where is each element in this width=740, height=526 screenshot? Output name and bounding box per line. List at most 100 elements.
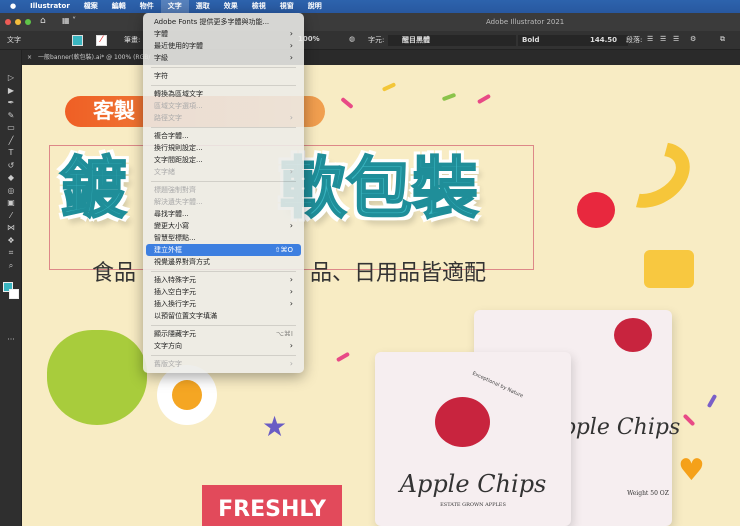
menu-item-label: 以預留位置文字填滿 <box>154 312 217 320</box>
apple-menu-icon[interactable]: ● <box>0 0 23 13</box>
warp-tool-icon[interactable]: ◎ <box>0 185 22 198</box>
menu-item[interactable]: 文字方向 › <box>146 340 301 352</box>
artboard-canvas[interactable]: 客製 鍍 軟包裝 食品 品、日用品皆適配 ★ ♥ FRESHLY Apple C… <box>22 65 740 526</box>
align-left-button[interactable]: ☰ <box>647 35 653 43</box>
menu-item[interactable]: 視覺邊界對齊方式 <box>146 256 301 268</box>
minimize-window-button[interactable] <box>15 19 21 25</box>
eyedropper-tool-icon[interactable]: ⁄ <box>0 210 22 223</box>
menu-item-label: 字體 <box>154 30 168 38</box>
font-style-field[interactable]: Bold <box>518 35 592 46</box>
menubar-item[interactable]: 文字 <box>160 0 189 13</box>
menubar-item[interactable]: 檔案 <box>77 0 105 13</box>
menu-item[interactable]: 字符 <box>146 70 301 82</box>
menu-separator <box>151 66 296 68</box>
menu-item[interactable]: 以預留位置文字填滿 <box>146 310 301 322</box>
type-tool-icon[interactable]: T <box>0 147 22 160</box>
menu-item[interactable]: 字級 › <box>146 52 301 64</box>
chevron-right-icon: › <box>289 41 293 50</box>
menu-item[interactable]: 文字間距設定... <box>146 154 301 166</box>
selection-tool-icon[interactable]: ▷ <box>0 72 22 85</box>
bag-arc-text: Exceptional by Nature <box>471 370 525 400</box>
pen-tool-icon[interactable]: ✒ <box>0 97 22 110</box>
star-icon: ★ <box>262 410 288 443</box>
cheese-illustration <box>644 250 694 288</box>
menu-item-label: 文字緒 <box>154 168 175 176</box>
font-size-field[interactable]: 144.50 <box>584 35 628 46</box>
subtitle-right: 品、日用品皆適配 <box>310 261 487 286</box>
zoom-tool-icon[interactable]: ⌕ <box>0 260 22 273</box>
fill-swatch[interactable] <box>72 35 83 46</box>
eraser-tool-icon[interactable]: ◆ <box>0 172 22 185</box>
tool-label: 文字 <box>7 36 21 44</box>
menu-item: 區域文字選項... <box>146 100 301 112</box>
menubar-item[interactable]: 說明 <box>301 0 329 13</box>
menu-item[interactable]: 智慧型標點... <box>146 232 301 244</box>
artboard-options-icon[interactable]: ⧉ <box>720 35 725 44</box>
menu-item-label: Adobe Fonts 提供更多字體與功能... <box>154 18 270 26</box>
rotate-tool-icon[interactable]: ↺ <box>0 160 22 173</box>
character-label[interactable]: 字元: <box>368 35 384 45</box>
menu-item[interactable]: 變更大小寫 › <box>146 220 301 232</box>
menu-item-label: 插入特殊字元 <box>154 276 196 284</box>
workspace-switcher-icon[interactable]: ▦ ˅ <box>62 16 76 25</box>
menubar-item[interactable]: 選取 <box>189 0 217 13</box>
menu-item-label: 變更大小寫 <box>154 222 189 230</box>
menu-item: 路徑文字 › <box>146 112 301 124</box>
align-center-button[interactable]: ☰ <box>660 35 666 43</box>
menu-item[interactable]: 字體 › <box>146 28 301 40</box>
stroke-swatch[interactable]: ⁄ <box>96 35 107 46</box>
menu-item[interactable]: 建立外框 ⇧⌘O <box>146 244 301 256</box>
curvature-tool-icon[interactable]: ✎ <box>0 110 22 123</box>
recolor-icon[interactable]: ◍ <box>349 35 355 43</box>
font-family-field[interactable]: 醒目黑體 <box>388 35 516 46</box>
blend-tool-icon[interactable]: ⋈ <box>0 222 22 235</box>
menubar-item[interactable]: 物件 <box>133 0 161 13</box>
menu-item[interactable]: 複合字體... <box>146 130 301 142</box>
menu-separator <box>151 126 296 128</box>
menu-item[interactable]: Adobe Fonts 提供更多字體與功能... <box>146 16 301 28</box>
menu-item[interactable]: 尋找字體... <box>146 208 301 220</box>
direct-selection-tool-icon[interactable]: ▶ <box>0 85 22 98</box>
close-tab-icon[interactable]: × <box>22 54 38 61</box>
menubar-item[interactable]: 檢視 <box>245 0 273 13</box>
paintbrush-tool-icon[interactable]: ╱ <box>0 135 22 148</box>
menu-item[interactable]: 最近使用的字體 › <box>146 40 301 52</box>
menu-item-label: 舊版文字 <box>154 360 182 368</box>
menu-item[interactable]: 插入換行字元 › <box>146 298 301 310</box>
tools-panel: ▷ ▶ ✒ ✎ ▭ ╱ T ↺ ◆ ◎ ▣ ⁄ ⋈ ❖ ⌗ ⌕ ··· <box>0 50 22 526</box>
chevron-right-icon: › <box>289 221 293 230</box>
menubar-item[interactable]: 編輯 <box>105 0 133 13</box>
rectangle-tool-icon[interactable]: ▭ <box>0 122 22 135</box>
gradient-tool-icon[interactable]: ▣ <box>0 197 22 210</box>
menu-item[interactable]: 換行規則設定... <box>146 142 301 154</box>
menu-item: 解決遺失字體... <box>146 196 301 208</box>
home-icon[interactable]: ⌂ <box>40 16 46 26</box>
menubar-item[interactable]: Illustrator <box>23 0 77 13</box>
heart-icon: ♥ <box>678 453 705 488</box>
bag-brand-front: Apple Chips <box>399 470 547 498</box>
type-menu-dropdown: Adobe Fonts 提供更多字體與功能... 字體 › 最近使用的字體 › 字級 › 字符… <box>143 13 304 373</box>
pear-illustration <box>47 330 147 425</box>
zoom-window-button[interactable] <box>25 19 31 25</box>
menu-item-label: 插入空白字元 <box>154 288 196 296</box>
fill-stroke-swatches[interactable] <box>0 282 21 304</box>
transform-icon[interactable]: ⚙ <box>690 35 696 43</box>
menu-item[interactable]: 插入空白字元 › <box>146 286 301 298</box>
align-right-button[interactable]: ☰ <box>673 35 679 43</box>
menu-item[interactable]: 轉換為區域文字 <box>146 88 301 100</box>
menu-item: 文字緒 › <box>146 166 301 178</box>
product-bag-front: Exceptional by Nature Apple Chips ESTATE… <box>375 352 571 526</box>
menu-item-label: 插入換行字元 <box>154 300 196 308</box>
menu-item-label: 字符 <box>154 72 168 80</box>
paragraph-label[interactable]: 段落: <box>626 35 642 45</box>
more-tools-icon[interactable]: ··· <box>0 334 22 347</box>
menu-item[interactable]: 插入特殊字元 › <box>146 274 301 286</box>
symbol-sprayer-tool-icon[interactable]: ❖ <box>0 235 22 248</box>
close-window-button[interactable] <box>5 19 11 25</box>
font-family-value: 醒目黑體 <box>402 36 430 44</box>
menu-item[interactable]: 顯示隱藏字元 ⌥⌘I <box>146 328 301 340</box>
artboard-tool-icon[interactable]: ⌗ <box>0 247 22 260</box>
menubar-item[interactable]: 視窗 <box>273 0 301 13</box>
menubar-item[interactable]: 效果 <box>217 0 245 13</box>
document-tab[interactable]: × 一般banner(軟包裝).ai* @ 100% (RGB/ <box>22 50 740 65</box>
